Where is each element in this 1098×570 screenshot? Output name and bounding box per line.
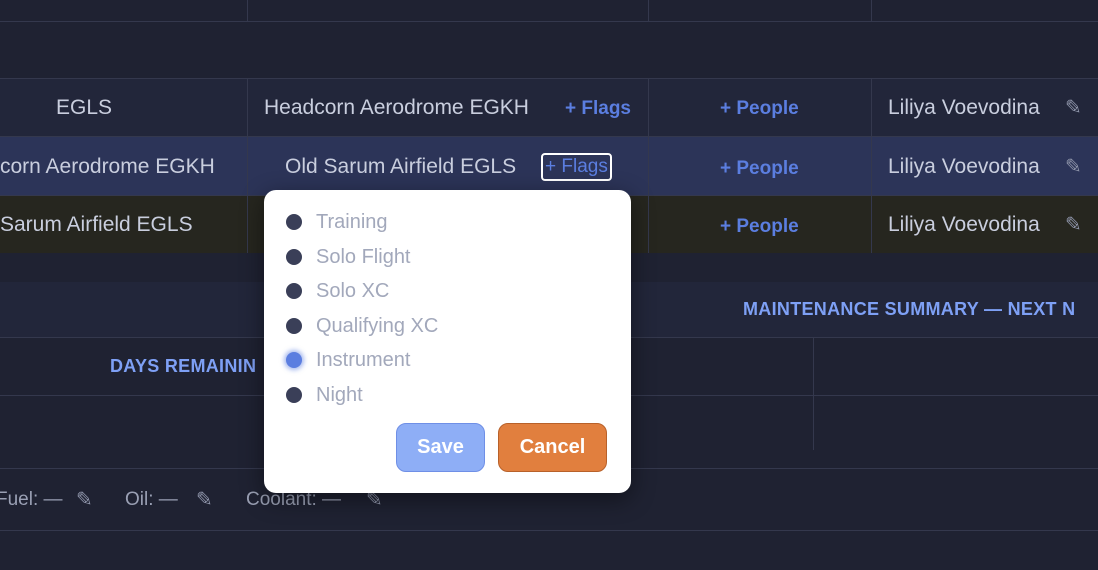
flag-option-label: Solo XC: [316, 279, 390, 302]
maintenance-title: MAINTENANCE SUMMARY — NEXT N: [743, 299, 1076, 319]
flag-option-solo-xc[interactable]: Solo XC: [286, 278, 389, 304]
departure-cell: EGLS: [56, 96, 113, 119]
edit-pencil-icon[interactable]: ✎: [1065, 212, 1082, 237]
flag-option-label: Instrument: [316, 348, 411, 371]
add-people-link[interactable]: + People: [720, 216, 799, 238]
radio-dot-icon: [286, 214, 302, 230]
add-people-link[interactable]: + People: [720, 98, 799, 120]
flag-option-label: Night: [316, 383, 363, 406]
flag-option-label: Solo Flight: [316, 245, 411, 268]
flag-option-instrument[interactable]: Instrument: [286, 347, 410, 373]
flag-option-label: Qualifying XC: [316, 314, 439, 337]
cancel-button[interactable]: Cancel: [498, 423, 607, 472]
flag-option-qualifying-xc[interactable]: Qualifying XC: [286, 313, 438, 339]
pilot-cell: Liliya Voevodina: [888, 213, 1040, 236]
radio-dot-active-icon: [286, 352, 302, 368]
radio-dot-icon: [286, 249, 302, 265]
radio-dot-icon: [286, 318, 302, 334]
edit-pencil-icon[interactable]: ✎: [1065, 95, 1082, 120]
row-divider: [0, 530, 1098, 531]
edit-fuel-pencil-icon[interactable]: ✎: [76, 487, 93, 512]
days-remaining-label: DAYS REMAININ: [110, 356, 257, 376]
edit-oil-pencil-icon[interactable]: ✎: [196, 487, 213, 512]
column-divider: [813, 338, 814, 450]
flag-option-night[interactable]: Night: [286, 382, 363, 408]
flag-option-solo-flight[interactable]: Solo Flight: [286, 244, 411, 270]
save-button[interactable]: Save: [396, 423, 485, 472]
add-people-link[interactable]: + People: [720, 158, 799, 180]
pilot-cell: Liliya Voevodina: [888, 96, 1040, 119]
departure-cell: corn Aerodrome EGKH: [0, 155, 215, 178]
row-divider: [0, 21, 1098, 22]
table-row[interactable]: EGLS Headcorn Aerodrome EGKH + Flags + P…: [0, 78, 1098, 136]
add-flags-link[interactable]: + Flags: [565, 98, 631, 120]
column-divider: [247, 78, 248, 253]
radio-dot-icon: [286, 387, 302, 403]
radio-dot-icon: [286, 283, 302, 299]
table-row-selected[interactable]: corn Aerodrome EGKH Old Sarum Airfield E…: [0, 137, 1098, 195]
oil-value: Oil: —: [125, 489, 178, 510]
edit-pencil-icon[interactable]: ✎: [1065, 154, 1082, 179]
column-divider: [247, 0, 248, 21]
flags-popup: Training Solo Flight Solo XC Qualifying …: [264, 190, 631, 493]
arrival-cell: Old Sarum Airfield EGLS: [285, 155, 517, 178]
fuel-value: Fuel: —: [0, 489, 63, 510]
column-divider: [871, 0, 872, 21]
column-divider: [648, 0, 649, 21]
row-divider: [0, 78, 1098, 79]
flag-option-label: Training: [316, 210, 388, 233]
column-divider: [871, 78, 872, 253]
add-flags-link-focused[interactable]: + Flags: [541, 153, 612, 181]
pilot-cell: Liliya Voevodina: [888, 155, 1040, 178]
column-divider: [648, 78, 649, 253]
departure-cell: Sarum Airfield EGLS: [0, 213, 193, 236]
arrival-cell: Headcorn Aerodrome EGKH: [264, 96, 529, 119]
flag-option-training[interactable]: Training: [286, 209, 388, 235]
